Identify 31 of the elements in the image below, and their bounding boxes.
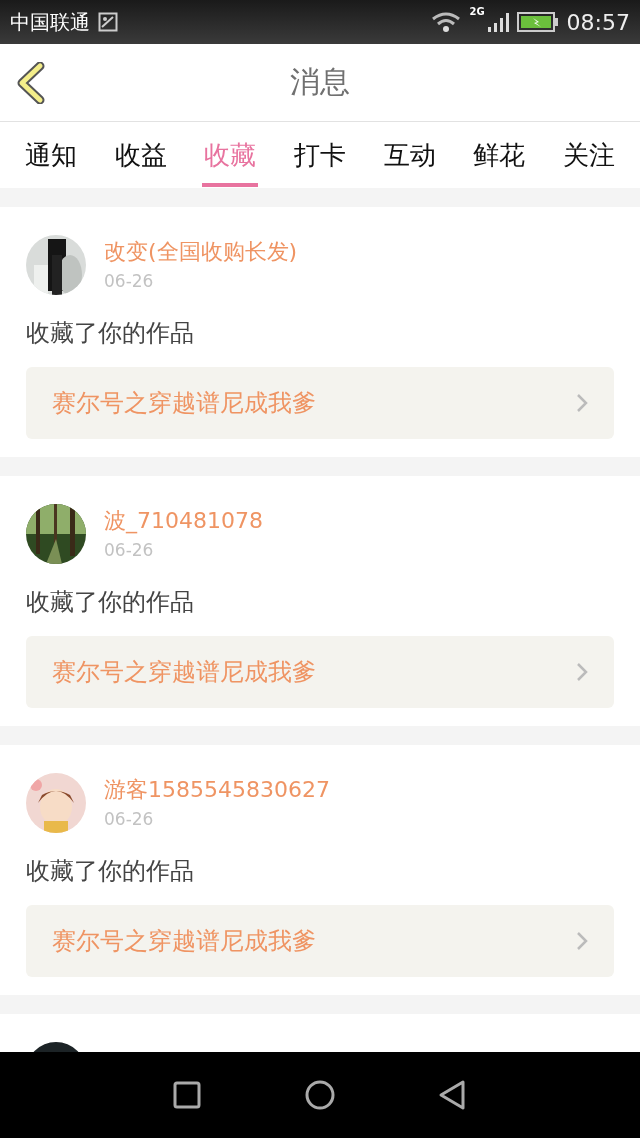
wifi-icon <box>431 11 462 33</box>
carrier-name: 中国联通 <box>10 8 90 36</box>
message-text: 收藏了你的作品 <box>26 318 195 349</box>
user-name[interactable]: 改变(全国收购长发) <box>104 237 298 267</box>
network-type: 2G <box>469 6 485 17</box>
message-date: 06-26 <box>104 271 155 291</box>
work-link[interactable]: 赛尔号之穿越谱尼成我爹 <box>26 367 614 439</box>
message-date: 06-26 <box>104 540 155 560</box>
work-link[interactable]: 赛尔号之穿越谱尼成我爹 <box>26 905 614 977</box>
signal-icon <box>486 11 509 33</box>
battery-icon <box>516 11 559 33</box>
clock-time: 08:57 <box>566 9 630 35</box>
user-name[interactable]: 游客1585545830627 <box>104 775 330 805</box>
tab[interactable]: 收藏 <box>202 129 259 187</box>
tab[interactable]: 收益 <box>112 129 169 187</box>
tab[interactable]: 鲜花 <box>471 129 528 187</box>
user-name[interactable]: 波_710481078 <box>104 506 263 536</box>
message-text: 收藏了你的作品 <box>26 587 195 618</box>
home-icon[interactable] <box>303 1078 337 1112</box>
tab[interactable]: 互动 <box>381 129 438 187</box>
chevron-icon <box>576 661 588 683</box>
page-title: 消息 <box>290 63 350 101</box>
image-icon <box>98 12 118 32</box>
chevron-icon <box>576 392 588 414</box>
tab[interactable]: 通知 <box>22 129 79 187</box>
chevron-icon <box>576 930 588 952</box>
message-text: 收藏了你的作品 <box>26 856 195 887</box>
work-link[interactable]: 赛尔号之穿越谱尼成我爹 <box>26 636 614 708</box>
message-date: 06-26 <box>104 809 155 829</box>
tab[interactable]: 关注 <box>561 129 618 187</box>
tab[interactable]: 打卡 <box>291 129 348 187</box>
